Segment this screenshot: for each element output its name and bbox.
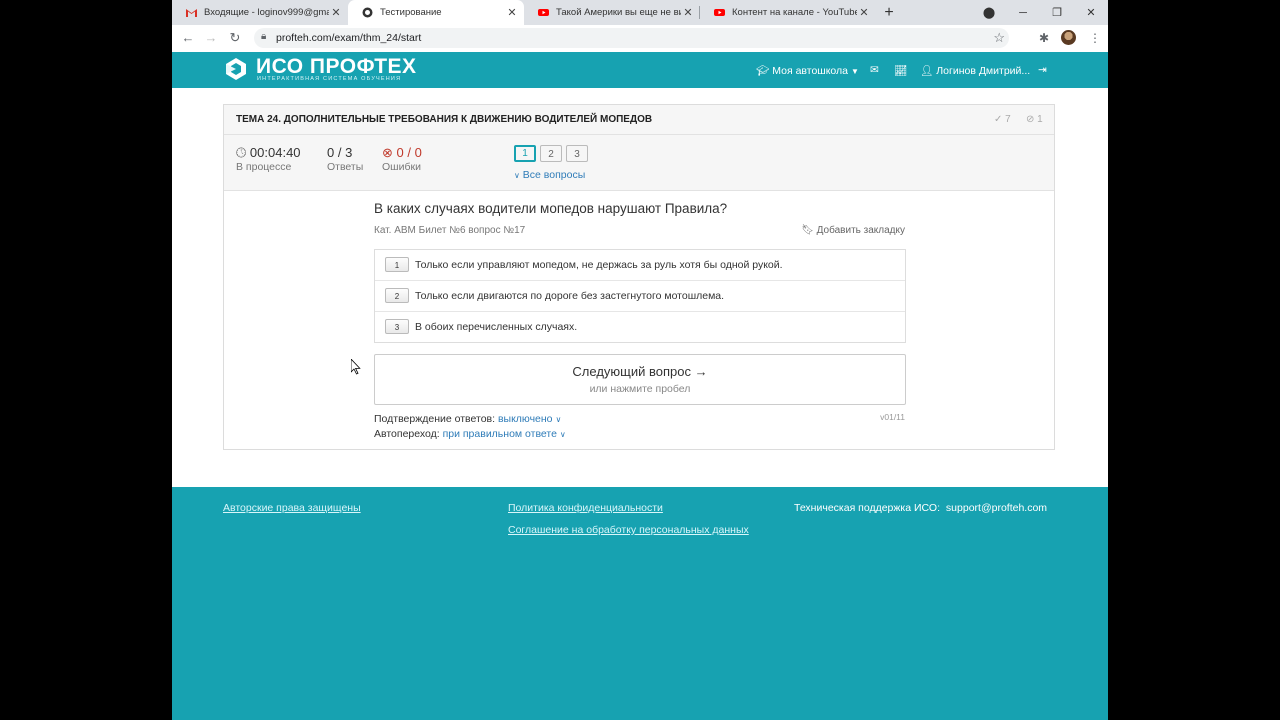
all-questions-toggle[interactable]: ∨ Все вопросы [514, 169, 585, 181]
tab-testing[interactable]: Тестирование ✕ [348, 0, 524, 25]
answer-option-3[interactable]: 3 В обоих перечисленных случаях. [375, 311, 905, 342]
skipped-count: ⊘ 1 [1026, 114, 1043, 125]
answer-number[interactable]: 2 [385, 288, 409, 303]
window-close-icon[interactable]: ✕ [1074, 6, 1108, 19]
menu-icon[interactable]: ⋮ [1089, 31, 1101, 45]
exam-header: ТЕМА 24. ДОПОЛНИТЕЛЬНЫЕ ТРЕБОВАНИЯ К ДВИ… [224, 105, 1054, 135]
question-number-3[interactable]: 3 [566, 145, 588, 162]
data-consent-link[interactable]: Соглашение на обработку персональных дан… [508, 524, 749, 536]
add-bookmark-link[interactable]: 🔖︎ Добавить закладку [801, 225, 905, 236]
close-icon[interactable]: ✕ [858, 6, 870, 19]
tab-title: Такой Америки вы еще не видели [556, 7, 681, 18]
errors-label: Ошибки [382, 161, 421, 173]
window-controls: ⬤ ─ ❐ ✕ [972, 0, 1108, 25]
chevron-down-icon: ∨ [514, 171, 520, 180]
chevron-down-icon: ∨ [555, 415, 562, 424]
minimize-icon[interactable]: ─ [1006, 7, 1040, 19]
answer-list: 1 Только если управляют мопедом, не держ… [374, 249, 906, 343]
tab-gmail[interactable]: Входящие - loginov999@gmail.com ✕ [172, 0, 348, 25]
back-icon[interactable]: ← [180, 30, 196, 45]
support-info: Техническая поддержка ИСО: support@proft… [794, 502, 1048, 514]
envelope-icon[interactable]: ✉ [870, 64, 879, 76]
logo-icon [226, 58, 246, 80]
answer-option-1[interactable]: 1 Только если управляют мопедом, не держ… [375, 250, 905, 280]
autonext-dropdown[interactable]: при правильном ответе ∨ [443, 428, 566, 440]
answers-label: Ответы [327, 161, 364, 173]
tab-search-icon[interactable]: ⬤ [972, 6, 1006, 19]
user-menu[interactable]: 👤︎ Логинов Дмитрий... [920, 64, 1030, 77]
question-text: В каких случаях водители мопедов нарушаю… [374, 201, 728, 216]
mouse-cursor-icon [351, 359, 361, 375]
restore-icon[interactable]: ❐ [1040, 6, 1074, 19]
site-logo-icon [362, 7, 373, 18]
privacy-policy-link[interactable]: Политика конфиденциальности [508, 502, 663, 514]
tab-title: Входящие - loginov999@gmail.com [204, 7, 329, 18]
error-circle-icon: ⊗ [382, 145, 393, 160]
next-question-hint: или нажмите пробел [589, 383, 691, 395]
answer-text: В обоих перечисленных случаях. [415, 321, 578, 333]
question-number-2[interactable]: 2 [540, 145, 562, 162]
new-tab-button[interactable]: + [876, 0, 902, 25]
clock-icon: 🕓︎ [236, 145, 247, 160]
correct-count: ✓ 7 [994, 114, 1011, 125]
answer-option-2[interactable]: 2 Только если двигаются по дороге без за… [375, 280, 905, 311]
support-email[interactable]: support@profteh.com [946, 502, 1047, 514]
close-icon[interactable]: ✕ [506, 6, 518, 19]
chart-icon[interactable]: 📈︎ [894, 64, 907, 77]
exam-card: ТЕМА 24. ДОПОЛНИТЕЛЬНЫЕ ТРЕБОВАНИЯ К ДВИ… [223, 104, 1055, 450]
tab-strip: Входящие - loginov999@gmail.com ✕ Тестир… [172, 0, 1108, 25]
next-question-label: Следующий вопрос → [572, 364, 708, 379]
exam-title: ТЕМА 24. ДОПОЛНИТЕЛЬНЫЕ ТРЕБОВАНИЯ К ДВИ… [236, 114, 653, 125]
ban-icon: ⊘ [1026, 114, 1035, 125]
confirm-setting: Подтверждение ответов: выключено ∨ [374, 413, 562, 425]
confirm-dropdown[interactable]: выключено ∨ [498, 413, 561, 425]
youtube-icon [538, 7, 549, 18]
forward-icon[interactable]: → [203, 30, 219, 45]
site-footer: Авторские права защищены Политика конфид… [172, 487, 1108, 720]
close-icon[interactable]: ✕ [330, 6, 342, 19]
answer-text: Только если двигаются по дороге без заст… [415, 290, 725, 302]
bookmark-star-icon[interactable]: ☆ [993, 30, 1005, 46]
user-icon: 👤︎ [920, 65, 934, 77]
url-text: profteh.com/exam/thm_24/start [276, 32, 422, 44]
tab-title: Тестирование [380, 7, 442, 18]
next-question-button[interactable]: Следующий вопрос → или нажмите пробел [374, 354, 906, 405]
site-header: ИСО ПРОФТЕХ ИНТЕРАКТИВНАЯ СИСТЕМА ОБУЧЕН… [172, 52, 1108, 88]
lock-icon[interactable]: 🔒︎ [261, 31, 266, 42]
youtube-icon [714, 7, 725, 18]
tab-youtube-studio[interactable]: Контент на канале - YouTube Studio ✕ [700, 0, 876, 25]
caret-down-icon: ▼ [850, 67, 859, 76]
timer: 🕓︎ 00:04:40 [236, 145, 301, 160]
browser-toolbar: ← → ↻ 🔒︎ profteh.com/exam/thm_24/start ☆… [172, 25, 1108, 53]
copyright-link[interactable]: Авторские права защищены [223, 502, 361, 514]
close-icon[interactable]: ✕ [682, 6, 694, 19]
logout-icon[interactable]: ⇥ [1038, 64, 1047, 76]
answers-value: 0 / 3 [327, 145, 353, 160]
errors-value: ⊗ 0 / 0 [382, 145, 422, 160]
exam-stats: 🕓︎ 00:04:40 В процессе 0 / 3 Ответы ⊗ 0 … [224, 135, 1054, 191]
version-label: v01/11 [880, 412, 905, 422]
logo-subtitle: ИНТЕРАКТИВНАЯ СИСТЕМА ОБУЧЕНИЯ [257, 76, 402, 82]
chevron-down-icon: ∨ [559, 430, 566, 439]
answer-number[interactable]: 3 [385, 319, 409, 334]
check-icon: ✓ [994, 114, 1003, 125]
timer-label: В процессе [236, 161, 292, 173]
answer-number[interactable]: 1 [385, 257, 409, 272]
autonext-setting: Автопереход: при правильном ответе ∨ [374, 428, 566, 440]
question-meta: Кат. ABM Билет №6 вопрос №17 [374, 225, 526, 236]
gmail-icon [186, 7, 197, 18]
extensions-icon[interactable]: ✱ [1039, 31, 1049, 45]
graduation-cap-icon: 🎓︎ [756, 65, 770, 77]
tab-youtube-video[interactable]: Такой Америки вы еще не видели ✕ [524, 0, 700, 25]
bookmark-icon: 🔖︎ [801, 225, 814, 236]
reload-icon[interactable]: ↻ [227, 30, 243, 46]
school-menu[interactable]: 🎓︎ Моя автошкола ▼ [756, 64, 859, 77]
tab-title: Контент на канале - YouTube Studio [732, 7, 857, 18]
profile-avatar[interactable] [1061, 30, 1076, 45]
answer-text: Только если управляют мопедом, не держас… [415, 259, 783, 271]
address-bar[interactable]: 🔒︎ profteh.com/exam/thm_24/start ☆ [254, 28, 1009, 48]
question-number-1[interactable]: 1 [514, 145, 536, 162]
